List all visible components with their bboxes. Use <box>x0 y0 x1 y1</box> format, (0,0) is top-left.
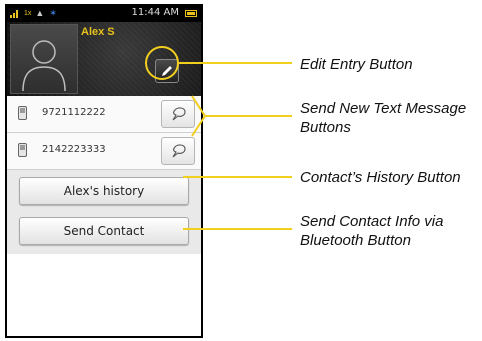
screenshot-page: 1x ▲ ✶ 11:44 AM Alex S 9721112222 214222… <box>0 0 482 341</box>
callout-leader-lines <box>179 62 292 230</box>
send-text-leader-bracket <box>191 95 207 137</box>
